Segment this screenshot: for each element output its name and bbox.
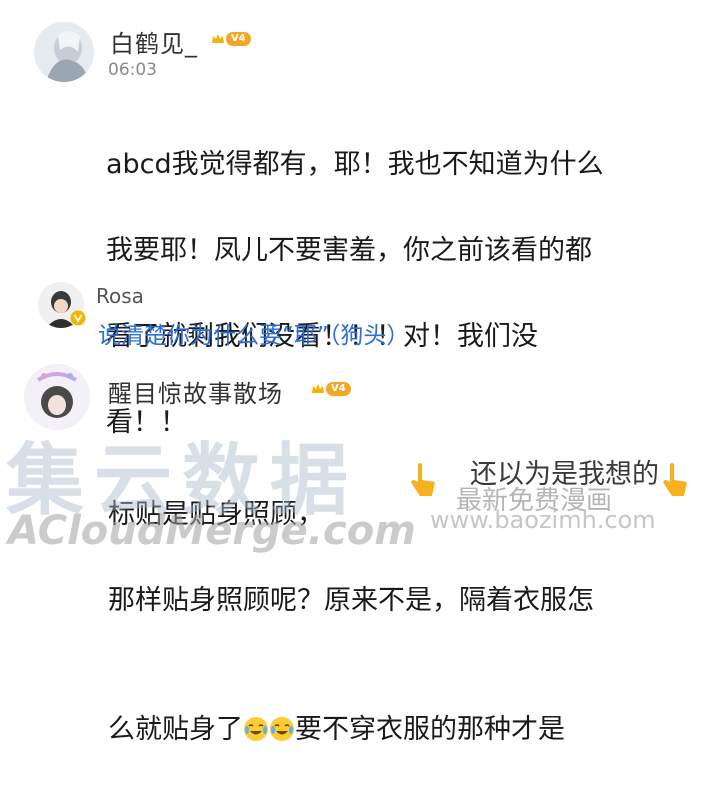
comment-line-start: 么就贴身了 (108, 714, 243, 745)
crown-icon (212, 34, 224, 43)
vip-level-label: V4 (226, 32, 251, 46)
comment-timestamp: 06:03 (108, 60, 157, 80)
crown-icon (312, 384, 324, 393)
watermark-en: ACloudMerge.com (8, 508, 416, 554)
comment-line: abcd我觉得都有，耶！我也不知道为什么 (106, 149, 604, 180)
verified-icon (70, 310, 86, 326)
pointing-hand-icon (663, 463, 687, 496)
comment-line: 那样贴身照顾呢？原来不是，隔着衣服怎 (108, 585, 594, 616)
reply-username[interactable]: Rosa (96, 284, 144, 308)
watermark-site: www.baozimh.com (430, 506, 656, 534)
comment-username[interactable]: 白鹤见_ (110, 24, 198, 59)
comment-line-end: 要不穿衣服的那种才是 (295, 714, 565, 745)
comment-line: 我要耶！凤儿不要害羞，你之前该看的都 (106, 235, 592, 266)
laugh-cry-emoji-icon (270, 717, 294, 741)
reply-text[interactable]: 说清楚你为什么要“耶”（狗头） (98, 316, 409, 350)
laugh-cry-emoji-icon (244, 717, 268, 741)
vip-badge: V4 (211, 30, 251, 48)
avatar-illustration (34, 22, 94, 82)
user-avatar[interactable] (34, 22, 94, 82)
pointing-hand-icon (411, 463, 435, 496)
vip-level-label: V4 (326, 382, 351, 396)
comment-line: 么就贴身了 要不穿衣服的那种才是 (108, 665, 708, 751)
comment-username[interactable]: 醒目惊故事散场 (108, 374, 283, 409)
vip-badge: V4 (311, 380, 351, 398)
